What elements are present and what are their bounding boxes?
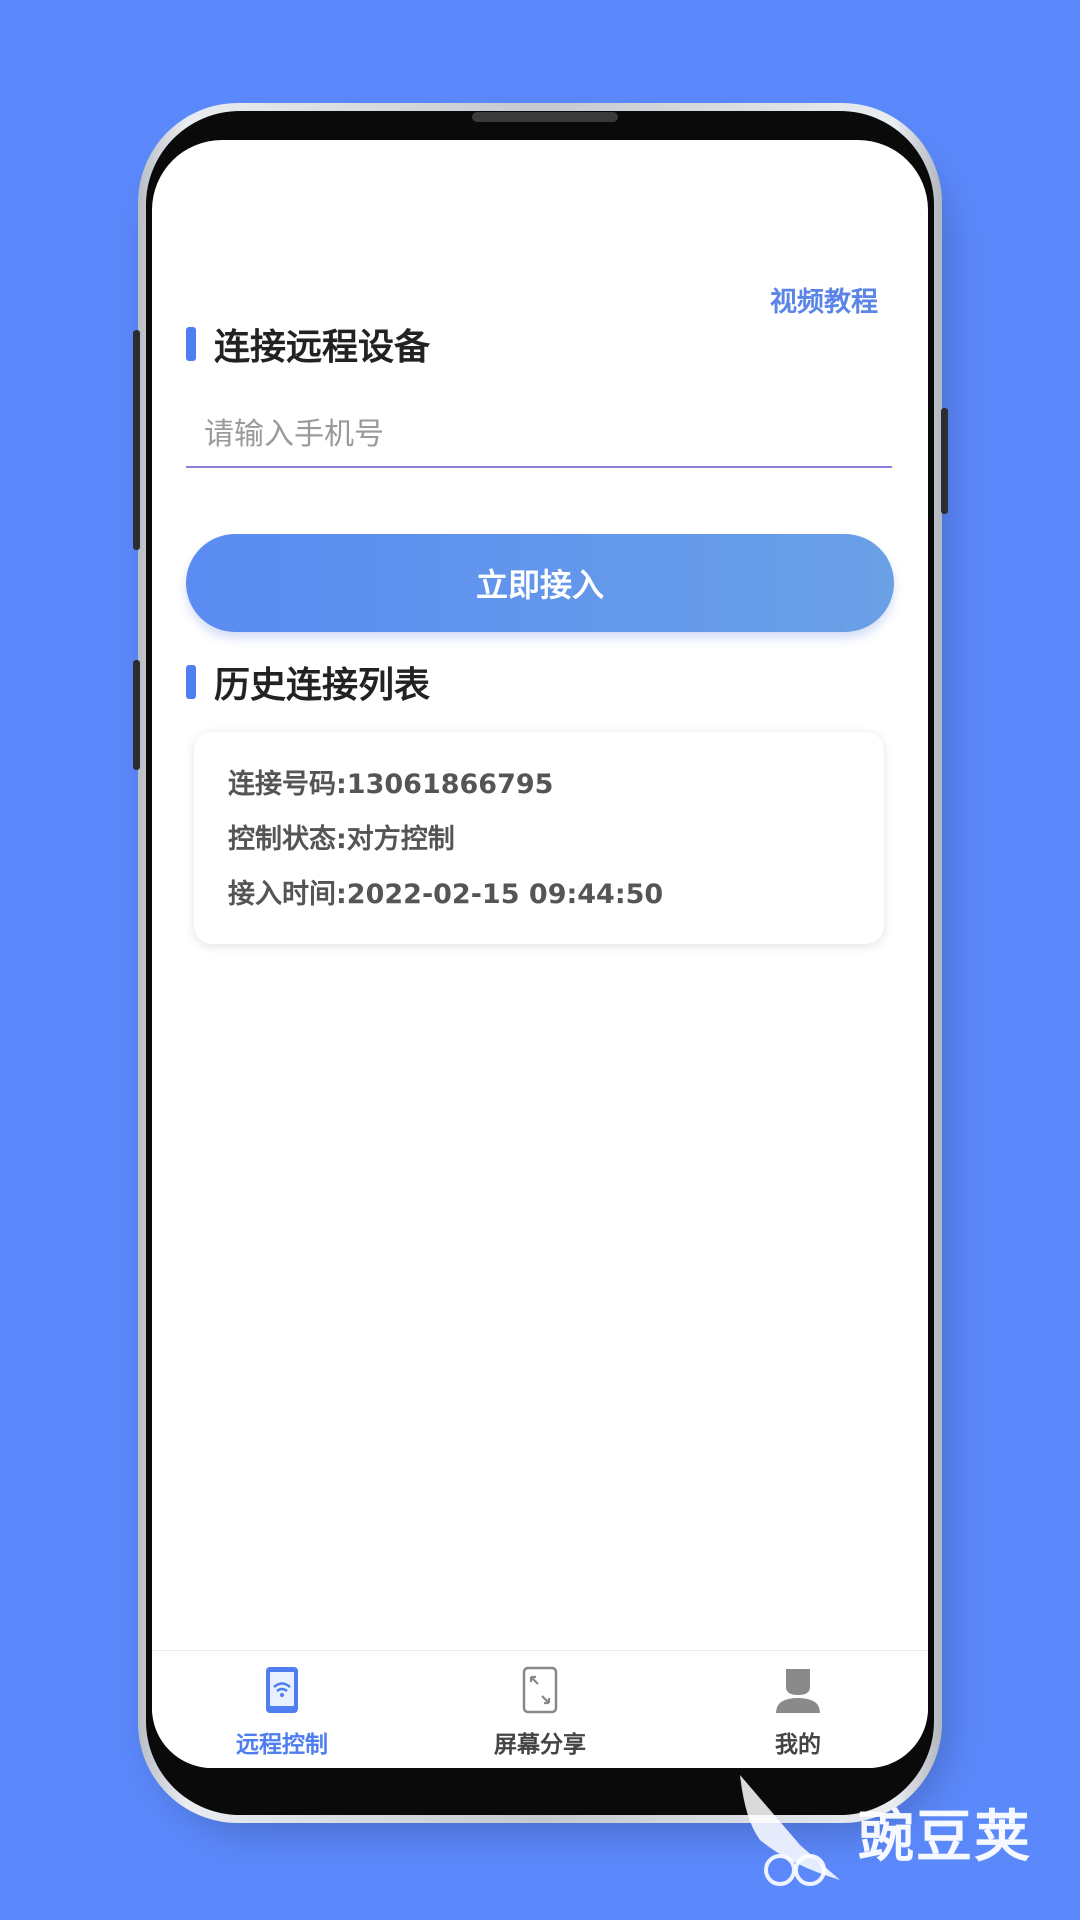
nav-label-screen-share: 屏幕分享 <box>494 1732 586 1758</box>
connection-time: 接入时间:2022-02-15 09:44:50 <box>228 879 664 910</box>
side-button <box>133 660 140 770</box>
control-status: 控制状态:对方控制 <box>228 824 455 855</box>
screen-share-icon <box>522 1666 558 1714</box>
connect-section-title: 连接远程设备 <box>186 318 430 370</box>
phone-number-input[interactable] <box>186 402 892 468</box>
bottom-navigation: 远程控制 屏幕分享 我的 <box>152 1650 928 1768</box>
connect-now-button[interactable]: 立即接入 <box>186 534 894 632</box>
nav-label-remote-control: 远程控制 <box>236 1732 328 1758</box>
watermark: 豌豆荚 <box>730 1770 1060 1900</box>
history-section-title: 历史连接列表 <box>186 656 430 708</box>
history-section-title-text: 历史连接列表 <box>214 665 431 706</box>
nav-label-mine: 我的 <box>775 1732 821 1758</box>
section-accent-bar <box>186 327 196 361</box>
connection-number: 连接号码:13061866795 <box>228 769 554 800</box>
power-button <box>941 408 948 514</box>
watermark-logo-icon <box>740 1775 840 1886</box>
user-icon <box>776 1669 820 1713</box>
nav-item-screen-share[interactable]: 屏幕分享 <box>450 1665 630 1759</box>
volume-button <box>133 330 140 550</box>
section-accent-bar <box>186 665 196 699</box>
nav-item-remote-control[interactable]: 远程控制 <box>192 1665 372 1759</box>
nav-item-mine[interactable]: 我的 <box>708 1665 888 1759</box>
earpiece-speaker <box>472 112 618 122</box>
connect-section-title-text: 连接远程设备 <box>214 327 431 368</box>
app-screen: 视频教程 连接远程设备 立即接入 历史连接列表 连接号码:13061866795… <box>152 140 928 1768</box>
phone-wifi-icon <box>266 1667 298 1713</box>
watermark-text: 豌豆荚 <box>858 1805 1032 1870</box>
history-record-card[interactable]: 连接号码:13061866795 控制状态:对方控制 接入时间:2022-02-… <box>194 732 884 944</box>
video-tutorial-link[interactable]: 视频教程 <box>770 280 878 319</box>
